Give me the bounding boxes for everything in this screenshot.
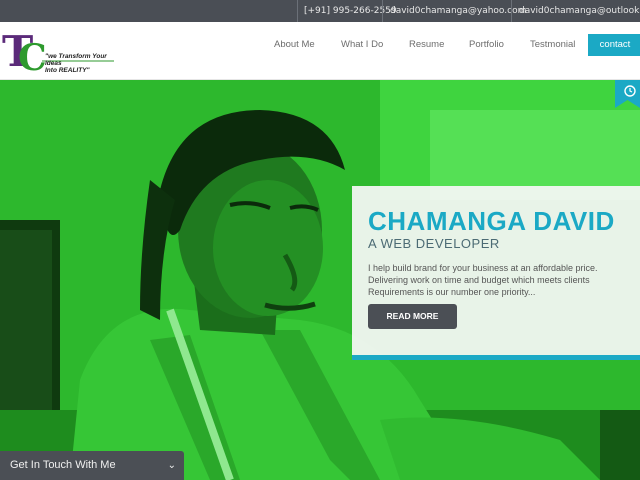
contact-button[interactable]: contact — [588, 34, 640, 56]
contact-info-bar: [+91] 995-266-2559 david0chamanga@yahoo.… — [0, 0, 640, 22]
hero-description: I help build brand for your business at … — [368, 263, 598, 297]
nav-portfolio[interactable]: Portfolio — [469, 39, 504, 50]
email-outlook-link[interactable]: david0chamanga@outlook.com — [519, 0, 640, 22]
topbar-divider — [511, 0, 512, 22]
nav-what-i-do[interactable]: What I Do — [341, 39, 383, 50]
logo-tagline-line1: "we Transform Your Ideas — [45, 53, 107, 67]
nav-resume[interactable]: Resume — [409, 39, 444, 50]
hero-name: CHAMANGA DAVID — [368, 206, 615, 236]
topbar-divider — [382, 0, 383, 22]
nav-about-me[interactable]: About Me — [274, 39, 315, 50]
get-in-touch-label: Get In Touch With Me — [10, 459, 116, 471]
get-in-touch-toggle[interactable]: Get In Touch With Me ⌄ — [0, 451, 184, 480]
nav-testimonial[interactable]: Testmonial — [530, 39, 575, 50]
logo-tagline: "we Transform Your Ideas Into REALITY" — [45, 53, 122, 74]
site-header: T C "we Transform Your Ideas Into REALIT… — [0, 22, 640, 80]
logo-tagline-line2: Into REALITY" — [45, 67, 90, 74]
topbar-divider — [297, 0, 298, 22]
hero-role: A WEB DEVELOPER — [368, 236, 500, 251]
svg-text:C: C — [18, 37, 47, 76]
site-logo[interactable]: T C "we Transform Your Ideas Into REALIT… — [2, 26, 122, 79]
clock-icon[interactable] — [615, 80, 640, 108]
intro-card: CHAMANGA DAVID A WEB DEVELOPER I help bu… — [352, 186, 640, 360]
chevron-down-icon: ⌄ — [167, 460, 176, 471]
read-more-button[interactable]: READ MORE — [368, 304, 457, 329]
email-yahoo-link[interactable]: david0chamanga@yahoo.com — [390, 0, 526, 22]
